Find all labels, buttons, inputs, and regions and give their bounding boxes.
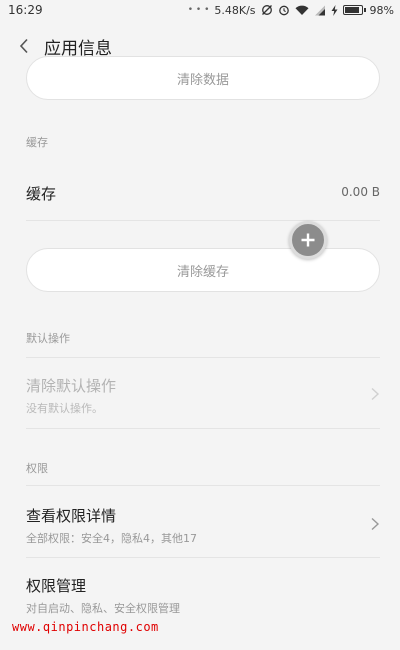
floating-plus-button[interactable] bbox=[289, 221, 327, 259]
status-dots: • • • bbox=[187, 5, 210, 15]
charging-icon bbox=[331, 4, 338, 16]
divider bbox=[26, 428, 380, 429]
status-time: 16:29 bbox=[8, 3, 43, 17]
permission-manage-title: 权限管理 bbox=[26, 577, 87, 595]
clear-cache-button[interactable]: 清除缓存 bbox=[26, 248, 380, 292]
section-label-permissions: 权限 bbox=[26, 462, 48, 475]
clear-defaults-row[interactable]: 清除默认操作 没有默认操作。 bbox=[26, 375, 380, 416]
alarm-icon bbox=[278, 4, 290, 16]
section-label-cache: 缓存 bbox=[26, 136, 48, 149]
watermark-text: www.qinpinchang.com bbox=[12, 620, 159, 634]
permission-manage-subtitle: 对自启动、隐私、安全权限管理 bbox=[26, 602, 180, 615]
cache-size-value: 0.00 B bbox=[341, 185, 380, 199]
divider bbox=[26, 557, 380, 558]
battery-icon bbox=[342, 5, 366, 15]
chevron-left-icon[interactable] bbox=[14, 36, 34, 56]
permission-details-subtitle: 全部权限：安全4，隐私4，其他17 bbox=[26, 532, 197, 545]
wifi-icon bbox=[295, 5, 309, 16]
sync-off-icon bbox=[261, 4, 273, 16]
plus-icon bbox=[301, 233, 315, 247]
signal-icon bbox=[314, 5, 326, 16]
divider bbox=[26, 220, 380, 221]
status-bar: 16:29 • • • 5.48K/s 98% bbox=[0, 0, 400, 20]
permission-manage-row[interactable]: 权限管理 对自启动、隐私、安全权限管理 bbox=[26, 575, 380, 616]
status-icons: • • • 5.48K/s 98% bbox=[188, 4, 394, 17]
divider bbox=[26, 357, 380, 358]
battery-percent: 98% bbox=[369, 3, 394, 17]
permission-details-title: 查看权限详情 bbox=[26, 507, 117, 525]
network-speed: 5.48K/s bbox=[214, 3, 256, 17]
cache-row: 缓存 0.00 B bbox=[26, 183, 380, 204]
page-title: 应用信息 bbox=[44, 38, 112, 59]
clear-defaults-subtitle: 没有默认操作。 bbox=[26, 402, 103, 415]
cache-row-label: 缓存 bbox=[26, 185, 57, 203]
chevron-right-icon bbox=[371, 517, 380, 531]
clear-defaults-title: 清除默认操作 bbox=[26, 377, 117, 395]
section-label-default-actions: 默认操作 bbox=[26, 332, 70, 345]
clear-data-button[interactable]: 清除数据 bbox=[26, 56, 380, 100]
permission-details-row[interactable]: 查看权限详情 全部权限：安全4，隐私4，其他17 bbox=[26, 505, 380, 546]
divider bbox=[26, 485, 380, 486]
chevron-right-icon bbox=[371, 387, 380, 401]
